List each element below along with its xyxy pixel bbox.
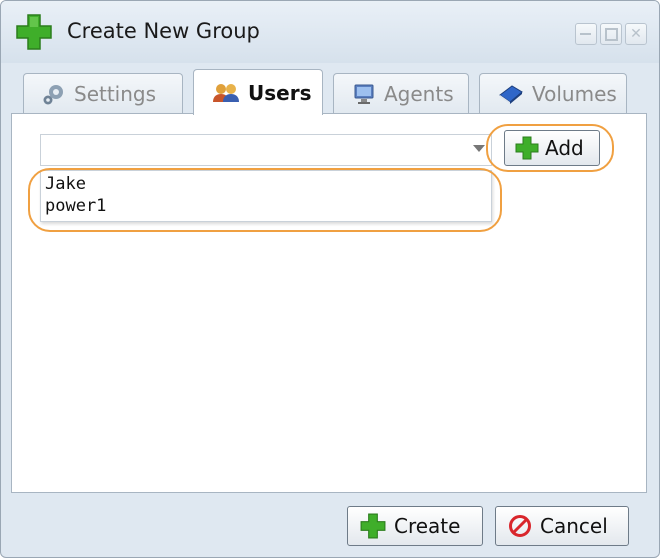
list-item[interactable]: power1 bbox=[45, 195, 491, 217]
tab-label: Users bbox=[248, 80, 312, 105]
user-dropdown-list: Jake power1 bbox=[40, 170, 492, 222]
tab-bar: Settings Users Agents Volumes bbox=[13, 69, 647, 115]
close-icon[interactable]: ✕ bbox=[625, 23, 647, 45]
maximize-icon[interactable] bbox=[600, 23, 622, 45]
window-controls: ✕ bbox=[575, 23, 647, 45]
tab-label: Volumes bbox=[532, 81, 617, 106]
tab-settings[interactable]: Settings bbox=[23, 73, 183, 113]
user-combo-input[interactable] bbox=[40, 134, 492, 166]
create-button-label: Create bbox=[394, 514, 461, 538]
plus-icon bbox=[16, 14, 52, 50]
tab-users[interactable]: Users bbox=[193, 69, 323, 115]
plus-icon bbox=[360, 513, 386, 539]
monitor-icon bbox=[354, 84, 374, 104]
gear-icon bbox=[43, 84, 63, 104]
tab-label: Settings bbox=[74, 81, 157, 106]
tab-label: Agents bbox=[384, 81, 454, 106]
plus-icon bbox=[515, 136, 539, 160]
tab-agents[interactable]: Agents bbox=[333, 73, 469, 113]
list-item[interactable]: Jake bbox=[45, 173, 491, 195]
chevron-down-icon[interactable] bbox=[473, 145, 485, 152]
add-button[interactable]: Add bbox=[504, 130, 600, 166]
create-button[interactable]: Create bbox=[347, 506, 483, 546]
cancel-button[interactable]: Cancel bbox=[495, 506, 629, 546]
tab-volumes[interactable]: Volumes bbox=[479, 73, 627, 113]
window-title: Create New Group bbox=[67, 19, 260, 43]
cancel-icon bbox=[509, 515, 531, 537]
cancel-button-label: Cancel bbox=[540, 514, 608, 538]
users-icon bbox=[213, 83, 239, 102]
users-panel: Add Jake power1 bbox=[11, 113, 647, 493]
add-button-label: Add bbox=[545, 136, 584, 160]
title-bar[interactable]: Create New Group ✕ bbox=[1, 1, 659, 63]
book-icon bbox=[499, 84, 523, 104]
create-group-dialog: Create New Group ✕ Settings Users Agents… bbox=[0, 0, 660, 558]
minimize-icon[interactable] bbox=[575, 23, 597, 45]
